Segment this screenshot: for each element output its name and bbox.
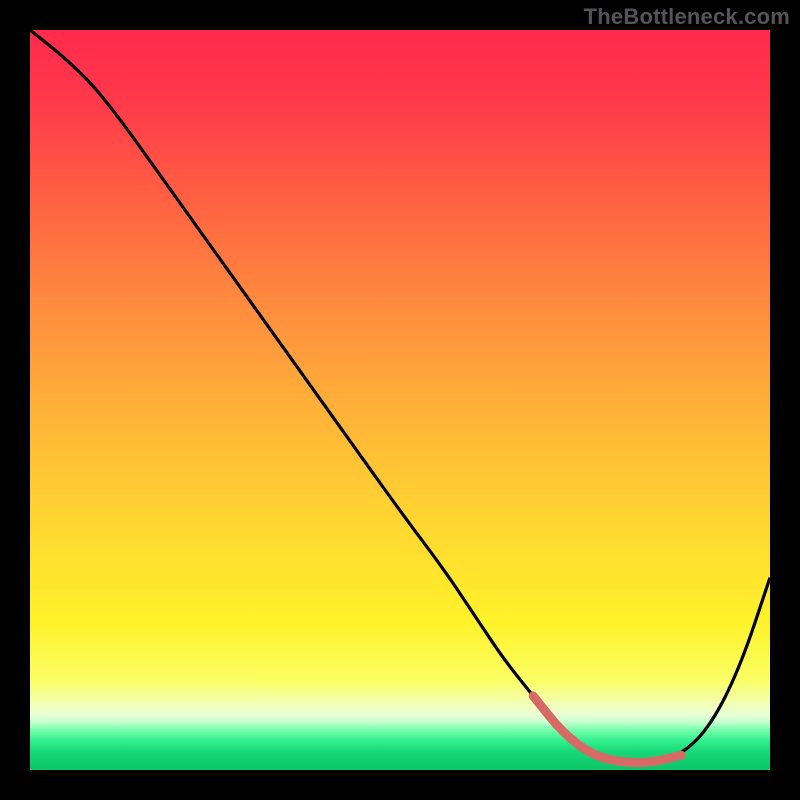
bottleneck-curve	[30, 30, 770, 763]
curve-svg	[30, 30, 770, 770]
watermark-text: TheBottleneck.com	[584, 4, 790, 30]
sweet-spot-highlight	[533, 696, 681, 763]
plot-area	[30, 30, 770, 770]
chart-frame: TheBottleneck.com	[0, 0, 800, 800]
